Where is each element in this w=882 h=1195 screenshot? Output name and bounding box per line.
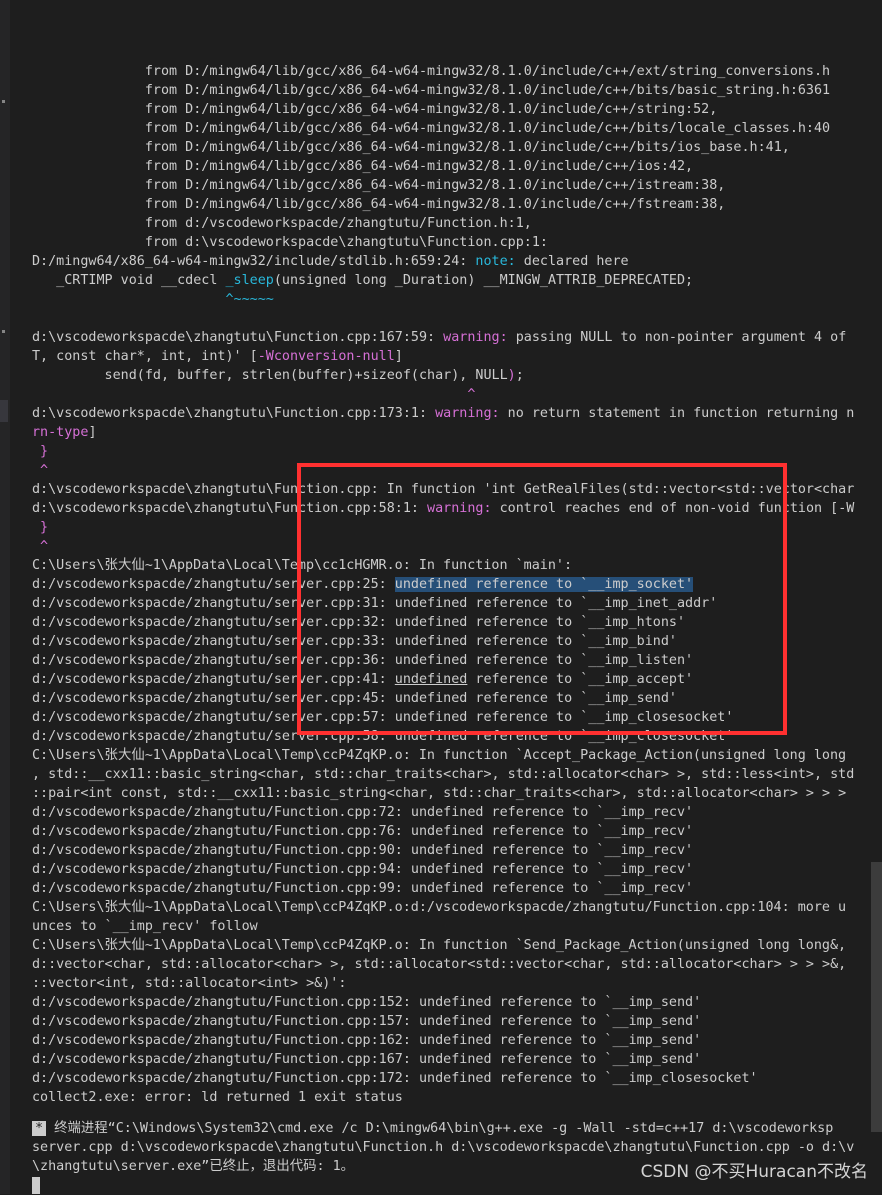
note-text: declared here — [515, 254, 629, 269]
code-highlight: _sleep — [225, 273, 274, 288]
warning-path: d:\vscodeworkspacde\zhangtutu\Function.c… — [32, 330, 444, 345]
caret-line: ^ — [32, 387, 476, 402]
task-status-line: * 终端进程“C:\Windows\System32\cmd.exe /c D:… — [32, 1119, 862, 1138]
output-line: C:\Users\张大仙~1\AppData\Local\Temp\ccP4Zq… — [32, 938, 847, 953]
warning-text: ] — [88, 425, 97, 440]
output-line: from D:/mingw64/lib/gcc/x86_64-w64-mingw… — [32, 178, 726, 193]
error-line: d:/vscodeworkspacde/zhangtutu/Function.c… — [32, 843, 694, 858]
output-line: ::vector<int, std::allocator<int> >&)': — [32, 976, 347, 991]
output-line: from D:/mingw64/lib/gcc/x86_64-w64-mingw… — [32, 140, 790, 155]
dot-icon — [2, 100, 5, 103]
output-line: from D:/mingw64/lib/gcc/x86_64-w64-mingw… — [32, 159, 694, 174]
warning-flag: -Wconversion-null — [257, 349, 395, 364]
terminal-scrollbar[interactable] — [868, 0, 882, 1194]
code-text: (unsigned long _Duration) __MINGW_ATTRIB… — [273, 273, 694, 288]
output-line: from d:/vscodeworkspacde/zhangtutu/Funct… — [32, 216, 532, 231]
task-status-line: server.cpp d:\vscodeworkspacde\zhangtutu… — [32, 1140, 855, 1155]
output-line: C:\Users\张大仙~1\AppData\Local\Temp\ccP4Zq… — [32, 900, 847, 915]
output-line: from d:\vscodeworkspacde\zhangtutu\Funct… — [32, 235, 548, 250]
warning-line: T, const char*, int, int)' [-Wconversion… — [32, 347, 862, 366]
warning-path: d:\vscodeworkspacde\zhangtutu\Function.c… — [32, 406, 436, 421]
error-line: d:/vscodeworkspacde/zhangtutu/Function.c… — [32, 1033, 702, 1048]
note-line: D:/mingw64/x86_64-w64-mingw32/include/st… — [32, 252, 862, 271]
error-line: d:/vscodeworkspacde/zhangtutu/Function.c… — [32, 1071, 758, 1086]
warning-text: no return statement in function returnin… — [499, 406, 855, 421]
output-line: from D:/mingw64/lib/gcc/x86_64-w64-mingw… — [32, 64, 831, 79]
warning-text: passing NULL to non-pointer argument 4 o… — [507, 330, 847, 345]
output-line: C:\Users\张大仙~1\AppData\Local\Temp\ccP4Zq… — [32, 748, 847, 763]
error-line: d:/vscodeworkspacde/zhangtutu/Function.c… — [32, 995, 702, 1010]
output-line: ::pair<int const, std::__cxx11::basic_st… — [32, 786, 847, 801]
active-item-indicator — [0, 400, 8, 422]
annotation-box — [297, 463, 787, 735]
output-line: from D:/mingw64/lib/gcc/x86_64-w64-mingw… — [32, 83, 831, 98]
code-text: send(fd, buffer, strlen(buffer)+sizeof(c… — [32, 368, 508, 383]
warning-keyword: warning: — [435, 406, 500, 421]
error-line: d:/vscodeworkspacde/zhangtutu/Function.c… — [32, 824, 694, 839]
note-keyword: note: — [475, 254, 516, 269]
note-path: D:/mingw64/x86_64-w64-mingw32/include/st… — [32, 254, 476, 269]
error-line: d:/vscodeworkspacde/zhangtutu/Function.c… — [32, 1014, 702, 1029]
output-line: unces to `__imp_recv' follow — [32, 919, 258, 934]
warning-flag: rn-type — [32, 425, 89, 440]
code-text: _CRTIMP void __cdecl — [32, 273, 226, 288]
warning-line: rn-type] — [32, 423, 862, 442]
code-highlight: ) — [507, 368, 516, 383]
warning-line: d:\vscodeworkspacde\zhangtutu\Function.c… — [32, 328, 862, 347]
output-line: from D:/mingw64/lib/gcc/x86_64-w64-mingw… — [32, 121, 831, 136]
watermark: CSDN @不买Huracan不改名 — [640, 1162, 868, 1182]
output-line: from D:/mingw64/lib/gcc/x86_64-w64-mingw… — [32, 102, 718, 117]
error-line: d:/vscodeworkspacde/zhangtutu/Function.c… — [32, 862, 694, 877]
output-line: from D:/mingw64/lib/gcc/x86_64-w64-mingw… — [32, 197, 726, 212]
warning-text: T, const char*, int, int)' [ — [32, 349, 258, 364]
code-line: _CRTIMP void __cdecl _sleep(unsigned lon… — [32, 271, 862, 290]
caret-line: ^~~~~~ — [32, 292, 274, 307]
output-line: , std::__cxx11::basic_string<char, std::… — [32, 767, 855, 782]
exit-status-line: collect2.exe: error: ld returned 1 exit … — [32, 1090, 403, 1105]
error-line: d:/vscodeworkspacde/zhangtutu/Function.c… — [32, 881, 694, 896]
brace-line: } — [32, 444, 49, 459]
error-line: d:/vscodeworkspacde/zhangtutu/Function.c… — [32, 1052, 702, 1067]
code-line: send(fd, buffer, strlen(buffer)+sizeof(c… — [32, 366, 862, 385]
warning-keyword: warning: — [443, 330, 508, 345]
dot-icon — [2, 330, 5, 333]
code-text: ; — [515, 368, 524, 383]
activity-bar-edge — [0, 0, 10, 1194]
warning-line: d:\vscodeworkspacde\zhangtutu\Function.c… — [32, 404, 862, 423]
terminal-cursor — [32, 1176, 40, 1194]
task-status-text: 终端进程“C:\Windows\System32\cmd.exe /c D:\m… — [46, 1121, 834, 1136]
scrollbar-thumb[interactable] — [871, 862, 882, 1132]
warning-text: ] — [394, 349, 403, 364]
task-star-badge: * — [32, 1121, 47, 1136]
output-line: d::vector<char, std::allocator<char> >, … — [32, 957, 847, 972]
error-line: d:/vscodeworkspacde/zhangtutu/Function.c… — [32, 805, 694, 820]
